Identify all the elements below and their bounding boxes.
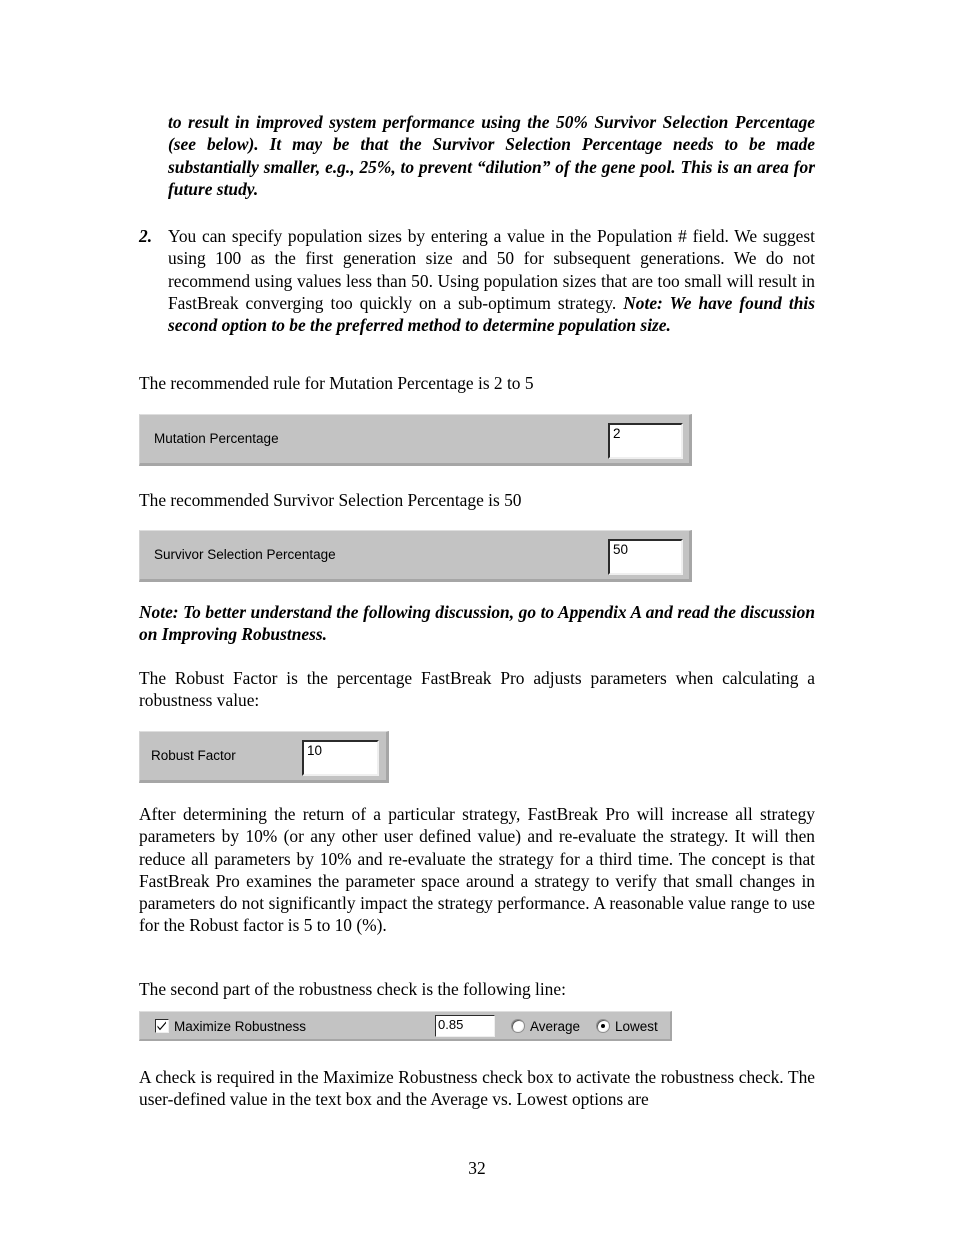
paragraph-intro-note: to result in improved system performance… [168, 112, 815, 199]
paragraph-rule-survivor: The recommended Survivor Selection Perce… [139, 490, 522, 510]
paragraph-second-part: The second part of the robustness check … [139, 979, 566, 999]
mutation-percentage-panel: Mutation Percentage 2 [139, 414, 692, 466]
paragraph-check-required: A check is required in the Maximize Robu… [139, 1067, 815, 1110]
list-item-marker: 2. [139, 226, 153, 246]
radio-average[interactable] [511, 1019, 525, 1033]
maximize-robustness-checkbox[interactable] [155, 1019, 169, 1033]
survivor-selection-percentage-input[interactable]: 50 [608, 539, 683, 575]
maximize-robustness-input[interactable]: 0.85 [435, 1015, 495, 1037]
robust-factor-label: Robust Factor [151, 748, 236, 763]
robust-factor-panel: Robust Factor 10 [139, 731, 389, 783]
radio-selected-dot [601, 1024, 605, 1028]
robust-factor-input[interactable]: 10 [302, 740, 379, 776]
survivor-selection-percentage-label: Survivor Selection Percentage [154, 547, 336, 562]
radio-lowest[interactable] [596, 1019, 610, 1033]
paragraph-robust-intro: The Robust Factor is the percentage Fast… [139, 668, 815, 711]
checkmark-icon [157, 1021, 166, 1031]
list-item: 2. You can specify population sizes by e… [139, 225, 815, 336]
paragraph-note-appendix: Note: To better understand the following… [139, 602, 815, 645]
mutation-percentage-label: Mutation Percentage [154, 431, 279, 446]
radio-average-label: Average [530, 1019, 581, 1034]
list-item-body: You can specify population sizes by ente… [168, 225, 815, 336]
paragraph-after-determining: After determining the return of a partic… [139, 804, 815, 936]
paragraph-rule-mutation: The recommended rule for Mutation Percen… [139, 373, 534, 393]
page-number: 32 [468, 1158, 486, 1178]
maximize-robustness-label: Maximize Robustness [174, 1019, 307, 1034]
mutation-percentage-input[interactable]: 2 [608, 423, 683, 459]
survivor-selection-percentage-panel: Survivor Selection Percentage 50 [139, 530, 692, 582]
maximize-robustness-panel: Maximize Robustness 0.85 Average Lowest [139, 1011, 672, 1041]
radio-lowest-label: Lowest [615, 1019, 658, 1034]
document-page: to result in improved system performance… [139, 0, 815, 1235]
